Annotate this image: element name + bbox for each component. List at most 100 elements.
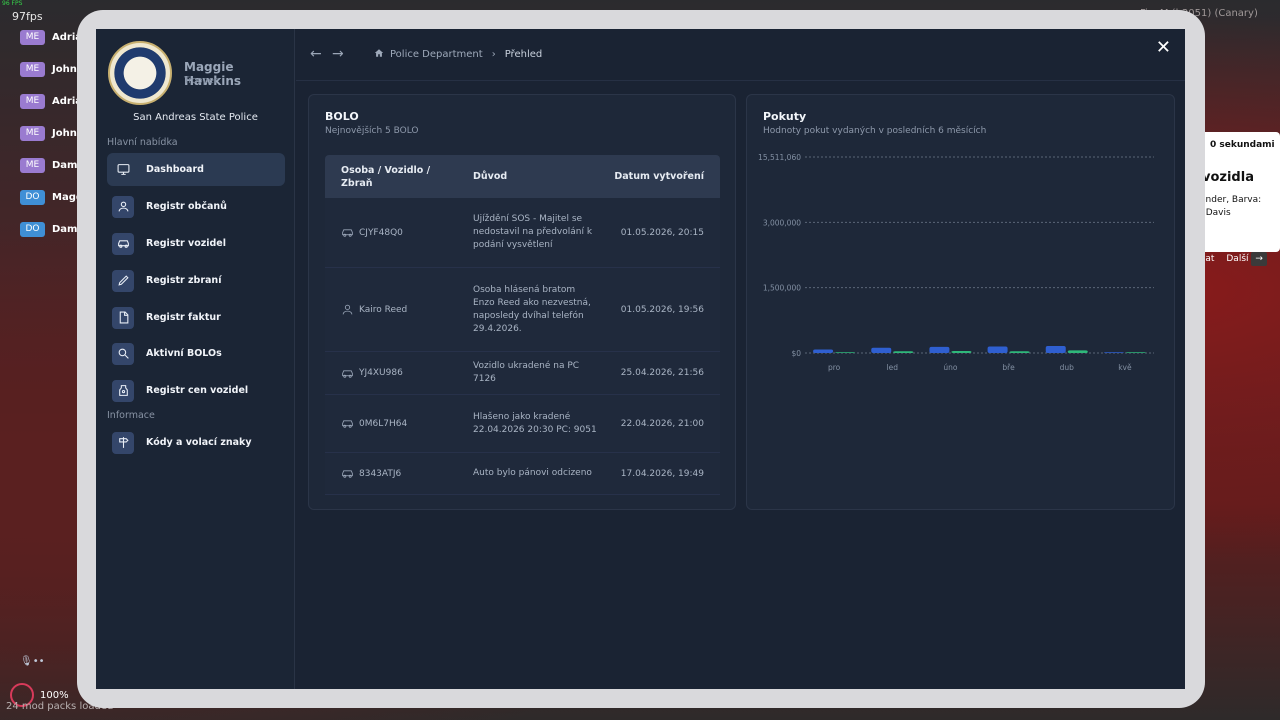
sidebar-item-dashboard[interactable]: Dashboard: [107, 153, 285, 186]
home-icon[interactable]: [374, 48, 390, 61]
organization-name: San Andreas State Police: [133, 112, 258, 123]
chat-tag-row: DO Dame: [20, 213, 84, 245]
bolo-subject-label: 8343ATJ6: [359, 468, 402, 479]
bar-blue[interactable]: [1045, 346, 1066, 353]
bolo-subject-label: CJYF48Q0: [359, 227, 403, 238]
table-header: Osoba / Vozidlo / Zbraň Důvod Datum vytv…: [325, 155, 720, 198]
breadcrumb-current: Přehled: [504, 49, 543, 60]
car-icon: [342, 229, 353, 237]
notification-next-button[interactable]: Další →: [1226, 252, 1267, 266]
table-row[interactable]: CJYF48Q0 Ujíždění SOS - Majitel se nedost…: [325, 198, 720, 268]
sidebar-item-vehicle-prices[interactable]: Registr cen vozidel: [107, 374, 285, 407]
table-row[interactable]: 8343ATJ6 Auto bylo pánovi odcizeno 17.04.2…: [325, 453, 720, 495]
chat-tag-badge: ME: [20, 125, 45, 141]
top-bar: ← → Police Department › Přehled: [296, 29, 1185, 81]
main-menu-heading: Hlavní nabídka: [107, 137, 178, 148]
table-row[interactable]: 0M6L7H64 Hlašeno jako kradené 22.04.2026 …: [325, 395, 720, 453]
bolo-title: BOLO: [325, 110, 359, 123]
sidebar-item-citizens[interactable]: Registr občanů: [107, 190, 285, 223]
bar-green[interactable]: [951, 351, 972, 353]
microphone-indicator: 🎙••: [20, 656, 45, 667]
bolo-reason: Hlašeno jako kradené 22.04.2026 20:30 PC…: [473, 411, 597, 435]
sidebar-item-label: Kódy a volací znaky: [146, 437, 252, 448]
chat-tag-row: ME Dame: [20, 149, 84, 181]
pen-icon: [112, 269, 134, 292]
car-icon: [112, 232, 134, 255]
x-tick-label: dub: [1060, 363, 1075, 372]
x-tick-label: kvě: [1118, 363, 1132, 372]
chat-tag-row: DO Magg: [20, 181, 84, 213]
bolo-subject: 0M6L7H64: [325, 417, 457, 430]
car-icon: [342, 420, 353, 428]
y-tick-label: $0: [791, 349, 801, 358]
bar-blue[interactable]: [813, 349, 834, 353]
chat-tag-row: ME John: [20, 117, 84, 149]
sidebar-item-vehicles[interactable]: Registr vozidel: [107, 227, 285, 260]
sidebar-item-active-bolos[interactable]: Aktivní BOLOs: [107, 337, 285, 370]
fines-card: Pokuty Hodnoty pokut vydaných v poslední…: [746, 94, 1175, 510]
bolo-date: 25.04.2026, 21:56: [620, 368, 704, 378]
bolo-subtitle: Nejnovějších 5 BOLO: [325, 126, 419, 136]
notification-actions: vat Další →: [1200, 252, 1267, 266]
bar-blue[interactable]: [1103, 352, 1124, 353]
bar-green[interactable]: [1125, 352, 1146, 353]
car-icon: [342, 470, 353, 478]
chat-tag-badge: ME: [20, 93, 45, 109]
x-tick-label: pro: [828, 363, 841, 372]
chat-tag-badge: DO: [20, 221, 45, 237]
notification-time: 0 sekundami: [1210, 140, 1275, 150]
fines-chart: $0 1,500,000 3,000,000 15,511,060 pro led úno b…: [758, 153, 1154, 372]
monitor-icon: [112, 159, 134, 181]
sidebar-item-weapons[interactable]: Registr zbraní: [107, 264, 285, 297]
bolo-subject-label: 0M6L7H64: [359, 418, 408, 429]
breadcrumb: Police Department › Přehled: [374, 48, 542, 61]
sidebar-item-label: Dashboard: [146, 164, 204, 175]
sidebar-item-label: Registr vozidel: [146, 238, 227, 249]
sidebar-item-codes[interactable]: Kódy a volací znaky: [107, 426, 285, 459]
x-tick-label: led: [887, 363, 899, 372]
chat-tag-badge: ME: [20, 29, 45, 45]
bar-green[interactable]: [835, 352, 856, 353]
chat-tag-badge: ME: [20, 157, 45, 173]
sidebar-item-label: Registr zbraní: [146, 275, 222, 286]
notification-text: ender, Barva: , Davis: [1200, 194, 1261, 220]
bar-green[interactable]: [893, 351, 914, 353]
chat-tag-name: John: [52, 127, 77, 139]
bolo-reason: Ujíždění SOS - Majitel se nedostavil na …: [473, 214, 593, 250]
car-icon: [342, 369, 353, 378]
chevron-right-icon: ›: [491, 49, 496, 60]
bolo-table: Osoba / Vozidlo / Zbraň Důvod Datum vytv…: [325, 155, 720, 495]
breadcrumb-root[interactable]: Police Department: [390, 49, 483, 60]
user-icon: [112, 195, 134, 218]
file-icon: [112, 306, 134, 329]
bolo-subject: 8343ATJ6: [325, 467, 457, 480]
chat-tag-list: ME Adria ME John ME Adria ME John ME Dame DO Magg DO…: [20, 21, 84, 245]
column-reason: Důvod: [473, 171, 508, 182]
bar-green[interactable]: [1067, 350, 1088, 353]
bolo-card: BOLO Nejnovějších 5 BOLO Osoba / Vozidlo…: [308, 94, 736, 510]
bar-green[interactable]: [1009, 351, 1030, 353]
chat-tag-row: ME Adria: [20, 85, 84, 117]
notification-text-line2: , Davis: [1200, 208, 1231, 218]
chat-tag-row: ME Adria: [20, 21, 84, 53]
notification-next-label: Další: [1226, 254, 1249, 264]
bolo-date: 01.05.2026, 19:56: [620, 304, 704, 315]
bolo-date: 01.05.2026, 20:15: [620, 227, 704, 238]
mdt-screen: ✕ Maggie Hawkins Trooper San Andreas Sta…: [96, 29, 1185, 689]
table-row[interactable]: YJ4XU986 Vozidlo ukradené na PC 7126 25.04…: [325, 352, 720, 395]
bar-blue[interactable]: [987, 346, 1008, 353]
bolo-date: 17.04.2026, 19:49: [620, 468, 704, 479]
bar-blue[interactable]: [929, 346, 950, 353]
bolo-subject-label: YJ4XU986: [359, 368, 403, 378]
column-subject: Osoba / Vozidlo / Zbraň: [341, 164, 431, 189]
bar-blue[interactable]: [871, 347, 892, 353]
back-arrow-icon[interactable]: ←: [310, 46, 322, 62]
forward-arrow-icon[interactable]: →: [332, 46, 344, 62]
sidebar-item-invoices[interactable]: Registr faktur: [107, 301, 285, 334]
table-row[interactable]: Kairo Reed Osoba hlásená bratom Enzo Reed…: [325, 268, 720, 352]
sidebar-item-label: Registr občanů: [146, 201, 227, 212]
bolo-reason: Vozidlo ukradené na PC 7126: [473, 361, 580, 384]
bolo-subject: CJYF48Q0: [325, 226, 457, 239]
column-date: Datum vytvoření: [614, 171, 704, 182]
signpost-icon: [112, 431, 134, 454]
